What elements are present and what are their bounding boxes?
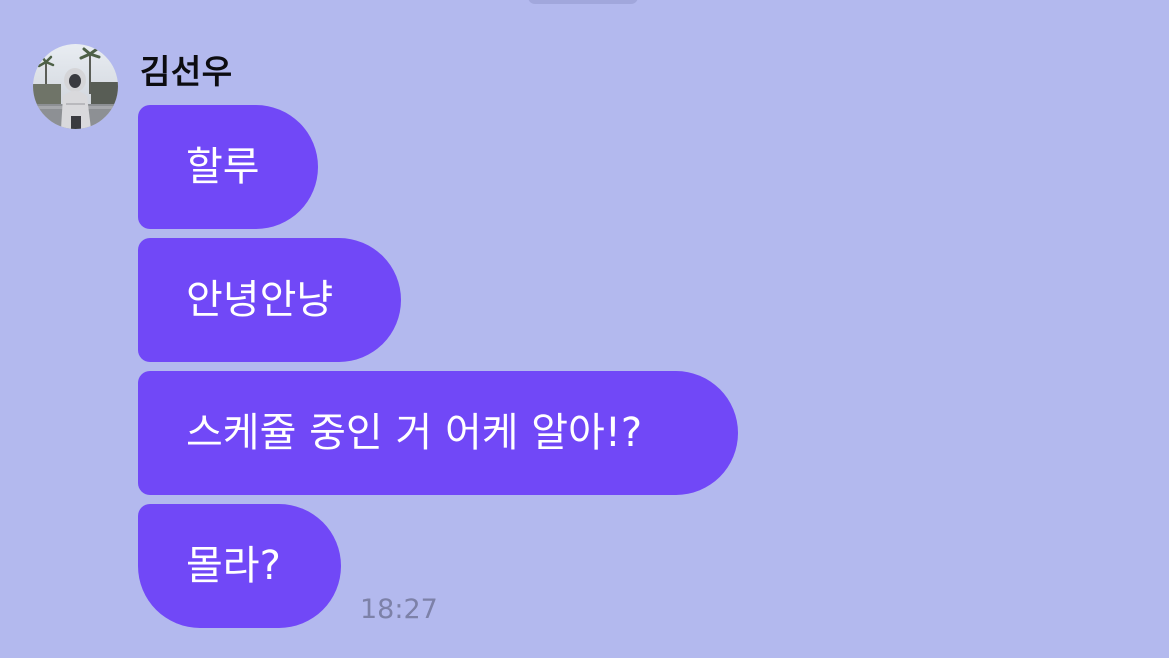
- message-bubble[interactable]: 할루: [138, 105, 318, 229]
- message-bubble[interactable]: 몰라?: [138, 504, 341, 628]
- message-bubble[interactable]: 안녕안냥: [138, 238, 401, 362]
- sender-avatar[interactable]: [33, 44, 118, 129]
- message-bubble[interactable]: 스케쥴 중인 거 어케 알아!?: [138, 371, 738, 495]
- message-timestamp: 18:27: [360, 594, 438, 625]
- profile-photo-icon: [33, 44, 118, 129]
- top-handle: [528, 0, 638, 4]
- sender-name: 김선우: [140, 52, 233, 91]
